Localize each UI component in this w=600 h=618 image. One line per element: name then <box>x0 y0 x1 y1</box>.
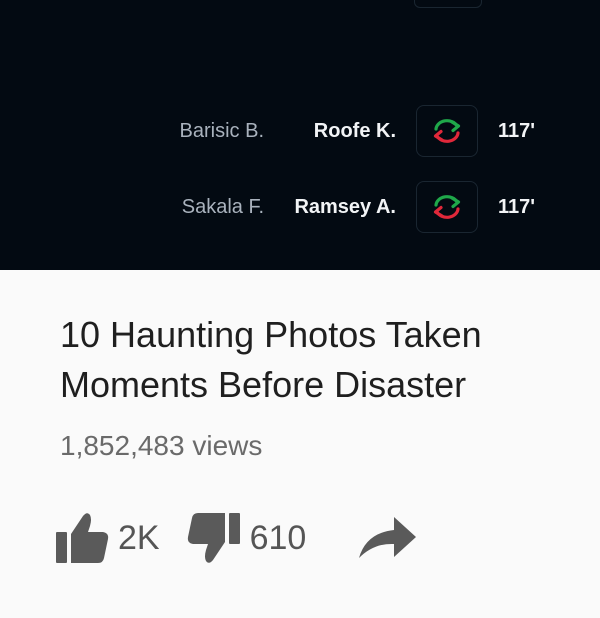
player-in-name: Roofe K. <box>313 120 396 142</box>
match-events-panel: Barisic B. Roofe K. 117' Sakala F. Ramse… <box>0 0 600 270</box>
like-button[interactable]: 2K <box>54 511 160 565</box>
substitution-arrows-icon <box>433 195 461 219</box>
thumbs-down-icon <box>187 513 240 563</box>
substitution-row: Sakala F. Ramsey A. 117' <box>0 181 600 233</box>
substitution-minute: 117' <box>498 120 536 142</box>
substitution-icon-box <box>416 181 478 233</box>
like-count: 2K <box>118 518 160 557</box>
substitution-icon-box <box>416 105 478 157</box>
player-out-name: Barisic B. <box>179 120 264 142</box>
thumbs-up-icon <box>56 513 109 563</box>
substitution-minute: 117' <box>498 196 536 218</box>
view-count: 1,852,483 views <box>60 430 263 461</box>
video-info-section: 10 Haunting Photos Taken Moments Before … <box>0 270 600 618</box>
dislike-count: 610 <box>249 518 307 557</box>
previous-event-icon-box <box>414 0 482 8</box>
video-actions-bar: 2K 610 <box>54 508 418 568</box>
player-out-name: Sakala F. <box>181 196 264 218</box>
substitution-row: Barisic B. Roofe K. 117' <box>0 105 600 157</box>
player-in-name: Ramsey A. <box>294 196 396 218</box>
share-button[interactable] <box>356 513 418 563</box>
video-title: 10 Haunting Photos Taken Moments Before … <box>60 314 482 405</box>
substitution-arrows-icon <box>433 119 461 143</box>
share-arrow-icon <box>359 517 417 558</box>
dislike-button[interactable]: 610 <box>186 511 307 565</box>
